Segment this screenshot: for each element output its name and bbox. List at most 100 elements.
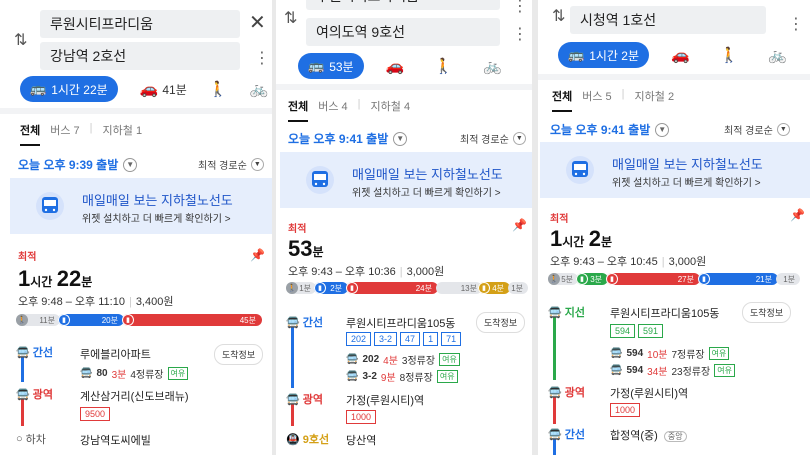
car-mode-button[interactable]: 🚗 bbox=[671, 46, 690, 64]
transit-duration: 53분 bbox=[329, 59, 354, 74]
tab-subway[interactable]: 지하철 2 bbox=[635, 88, 675, 112]
route-number: 9500 bbox=[80, 407, 113, 421]
step-type: 🚍 간선 bbox=[548, 428, 585, 442]
walk-mode-button[interactable]: 🚶 bbox=[720, 46, 739, 64]
bus-arrival: 🚍 594 10분 7정류장 여유 bbox=[610, 346, 730, 361]
bike-mode-button[interactable]: 🚲 bbox=[768, 46, 787, 64]
bus-icon: ▮ bbox=[698, 273, 710, 285]
swap-icon[interactable]: ⇅ bbox=[14, 30, 27, 50]
segment-express-bus: ▮ 45분 bbox=[122, 314, 262, 326]
car-mode-button[interactable]: 🚗 bbox=[386, 57, 405, 75]
result-tabs: 전체 버스 7 | 지하철 1 bbox=[20, 122, 152, 146]
transit-mode-button[interactable]: 🚌 1시간 2분 bbox=[558, 42, 649, 68]
transit-duration: 1시간 22분 bbox=[51, 82, 108, 97]
subway-map-banner[interactable]: 매일매일 보는 지하철노선도 위젯 설치하고 더 빠르게 확인하기 > bbox=[280, 152, 532, 208]
bus-arrival: 🚍 202 4분 3정류장 여유 bbox=[346, 352, 460, 367]
bike-mode-button[interactable]: 🚲 bbox=[249, 80, 268, 98]
swap-icon[interactable]: ⇅ bbox=[284, 8, 297, 28]
banner-subtitle: 위젯 설치하고 더 빠르게 확인하기 > bbox=[352, 188, 501, 199]
stop-name: 계산삼거리(신도브래뉴) bbox=[80, 391, 189, 403]
walk-mode-button[interactable]: 🚶 bbox=[434, 57, 453, 75]
tab-all[interactable]: 전체 bbox=[552, 88, 573, 112]
tab-bus[interactable]: 버스 7 bbox=[50, 122, 79, 146]
segment-bus: ▮ 20분 bbox=[58, 314, 124, 326]
bus-icon: 🚍 bbox=[16, 346, 30, 359]
tab-bus[interactable]: 버스 5 bbox=[582, 88, 611, 112]
bike-icon: 🚲 bbox=[482, 58, 502, 75]
more-options-icon[interactable]: ⋮ bbox=[254, 48, 270, 68]
destination-input[interactable]: 강남역 2호선 bbox=[40, 42, 240, 70]
tab-subway[interactable]: 지하철 4 bbox=[371, 98, 411, 122]
chevron-down-icon: ▼ bbox=[512, 132, 526, 145]
stop-name: 합정역(중) 중앙 bbox=[610, 427, 687, 443]
chevron-down-icon: ▼ bbox=[123, 157, 138, 172]
total-duration: 1시간 22분 bbox=[18, 266, 93, 291]
walk-icon: 🚶 bbox=[208, 81, 228, 98]
bus-icon: 🚍 bbox=[610, 365, 623, 376]
bus-icon: 🚍 bbox=[80, 368, 93, 379]
best-route-badge: 최적 bbox=[18, 252, 37, 263]
origin-input[interactable]: 루원시티프라디움 bbox=[306, 0, 500, 10]
car-mode-button[interactable]: 🚗 41분 bbox=[140, 80, 187, 98]
bus-icon: 🚌 bbox=[568, 47, 585, 62]
transit-mode-button[interactable]: 🚌 53분 bbox=[298, 53, 364, 79]
tab-all[interactable]: 전체 bbox=[288, 98, 309, 122]
bike-mode-button[interactable]: 🚲 bbox=[483, 57, 502, 75]
departure-time[interactable]: 오늘 오후 9:41 출발 ▼ bbox=[288, 130, 408, 147]
step-type: 🚍 광역 bbox=[548, 386, 585, 400]
origin-input[interactable]: 루원시티프라디움 bbox=[40, 10, 240, 38]
step-type: 🚍 광역 bbox=[286, 393, 323, 407]
subway-map-banner[interactable]: 매일매일 보는 지하철노선도 위젯 설치하고 더 빠르게 확인하기 > bbox=[10, 178, 272, 234]
bus-arrival: 🚍 3-2 9분 8정류장 여유 bbox=[346, 369, 458, 384]
pin-icon[interactable]: 📌 bbox=[790, 208, 805, 222]
segment-walk: 1분 bbox=[776, 273, 800, 285]
bus-icon: 🚍 bbox=[346, 354, 359, 365]
sort-selector[interactable]: 최적 경로순 ▼ bbox=[460, 131, 526, 146]
bike-icon: 🚲 bbox=[249, 81, 269, 98]
departure-label: 오늘 오후 9:41 출발 bbox=[550, 123, 651, 137]
tab-bus[interactable]: 버스 4 bbox=[318, 98, 347, 122]
route-number: 1000 bbox=[346, 410, 379, 424]
subway-map-banner[interactable]: 매일매일 보는 지하철노선도 위젯 설치하고 더 빠르게 확인하기 > bbox=[540, 142, 810, 198]
swap-icon[interactable]: ⇅ bbox=[552, 6, 565, 26]
tab-subway[interactable]: 지하철 1 bbox=[103, 122, 143, 146]
pin-icon[interactable]: 📌 bbox=[512, 218, 527, 232]
departure-time[interactable]: 오늘 오후 9:39 출발 ▼ bbox=[18, 156, 138, 173]
more-options-icon[interactable]: ⋮ bbox=[512, 24, 528, 44]
walk-icon: 🚶 bbox=[548, 273, 560, 285]
step-type: 🚇 9호선 bbox=[286, 433, 330, 447]
step-type: ○ 하차 bbox=[16, 433, 46, 446]
stop-name: 강남역도씨에빌 bbox=[80, 435, 151, 447]
stop-name: 루에블리아파트 bbox=[80, 349, 151, 361]
destination-input[interactable]: 여의도역 9호선 bbox=[306, 18, 500, 46]
sort-label: 최적 경로순 bbox=[198, 161, 247, 172]
more-options-icon[interactable]: ⋮ bbox=[788, 14, 804, 34]
close-icon[interactable]: ✕ bbox=[249, 10, 266, 35]
walk-icon: 🚶 bbox=[719, 47, 739, 64]
route-list: 594 591 bbox=[610, 324, 666, 338]
car-duration: 41분 bbox=[162, 82, 187, 97]
walk-icon: 🚶 bbox=[286, 282, 298, 294]
section-divider bbox=[538, 74, 810, 80]
route-panel-3: ⇅ 시청역 1호선 ⋮ 🚌 1시간 2분 🚗 🚶 🚲 전체 버스 5 | 지하철… bbox=[538, 0, 810, 455]
step-type: 🚍 간선 bbox=[16, 346, 53, 360]
time-range: 오후 9:48 – 오후 11:10 bbox=[18, 296, 125, 308]
departure-time[interactable]: 오늘 오후 9:41 출발 ▼ bbox=[550, 121, 670, 138]
time-range: 오후 9:43 – 오후 10:45 bbox=[550, 256, 658, 268]
bus-icon: 🚍 bbox=[16, 388, 30, 401]
walk-mode-button[interactable]: 🚶 bbox=[209, 80, 228, 98]
destination-input[interactable]: 시청역 1호선 bbox=[570, 6, 766, 34]
sort-selector[interactable]: 최적 경로순 ▼ bbox=[198, 157, 264, 172]
tab-all[interactable]: 전체 bbox=[20, 122, 41, 146]
transit-mode-button[interactable]: 🚌 1시간 22분 bbox=[20, 76, 118, 102]
more-options-icon[interactable]: ⋮ bbox=[512, 0, 528, 16]
bus-arrival: 🚍 594 34분 23정류장 여유 bbox=[610, 363, 735, 378]
pin-icon[interactable]: 📌 bbox=[250, 248, 265, 262]
circle-icon: ○ bbox=[16, 433, 23, 445]
arrival-info-button[interactable]: 도착정보 bbox=[214, 344, 264, 365]
arrival-info-button[interactable]: 도착정보 bbox=[742, 302, 792, 323]
car-icon: 🚗 bbox=[139, 81, 159, 98]
route-line bbox=[291, 326, 294, 388]
sort-selector[interactable]: 최적 경로순 ▼ bbox=[724, 122, 790, 137]
arrival-info-button[interactable]: 도착정보 bbox=[476, 312, 526, 333]
